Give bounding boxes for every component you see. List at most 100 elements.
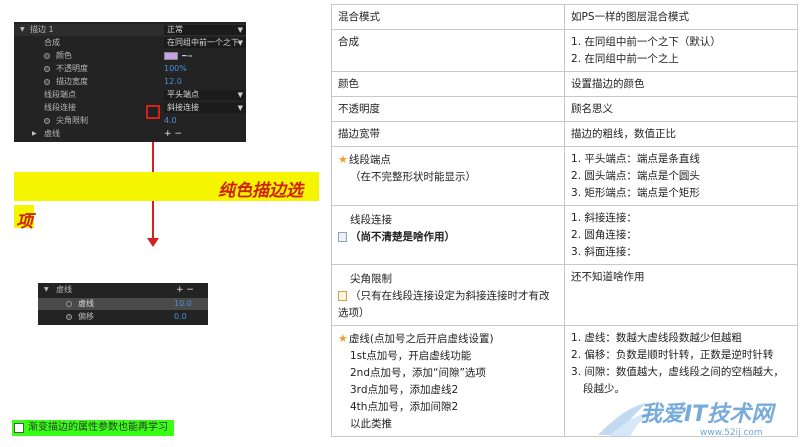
stopwatch-icon[interactable]: [66, 314, 72, 320]
offset-value[interactable]: 0.0: [174, 311, 187, 323]
dashes-panel: ▼ 虚线 + − 虚线 10.0 偏移 0.0: [38, 283, 208, 325]
stroke-width-value[interactable]: 12.0: [164, 76, 182, 88]
prop-label: 虚线: [44, 129, 60, 138]
description-cell: 1. 在同组中前一个之下（默认） 2. 在同组中前一个之上: [564, 29, 798, 72]
list-item: 2. 偏移：负数是顺时针转，正数是逆时针转: [571, 349, 774, 361]
opacity-value[interactable]: 100%: [164, 63, 187, 75]
add-dash-button[interactable]: + −: [164, 128, 182, 140]
table-row: 不透明度 顾名思义: [330, 96, 798, 122]
line-cap-dropdown[interactable]: 平头端点 ▼: [164, 90, 246, 100]
prop-label: 线段端点: [44, 90, 76, 99]
property-note: （在不完整形状时能显示）: [350, 171, 476, 183]
prop-label: 合成: [44, 38, 60, 47]
stopwatch-icon[interactable]: [44, 66, 50, 72]
property-note: 1st点加号，开启虚线功能: [350, 350, 472, 362]
property-note: 以此类推: [350, 418, 392, 430]
chevron-down-icon: ▼: [237, 39, 243, 47]
stopwatch-icon[interactable]: [44, 118, 50, 124]
table-row: ★线段端点 （在不完整形状时能显示） 1. 平头端点：端点是条直线 2. 圆头端点…: [330, 146, 798, 206]
description-cell: 如PS一样的图层混合模式: [564, 4, 798, 30]
watermark-text: 我爱IT技术网: [640, 402, 774, 427]
list-item: 1. 斜接连接：: [571, 212, 637, 224]
property-cell: 描边宽带: [330, 121, 566, 147]
opacity-row: 不透明度 100%: [14, 63, 246, 75]
property-label: 虚线(点加号之后开启虚线设置): [348, 333, 494, 345]
description-cell: 还不知道啥作用: [564, 264, 798, 326]
stroke-width-row: 描边宽度 12.0: [14, 76, 246, 88]
property-label: 线段连接: [350, 214, 392, 226]
stroke-properties-panel: ▼ 描边 1 正常 ▼ 合成 在同组中前一个之下 ▼ 颜色 ━⊸ 不透明度 100%…: [14, 22, 246, 142]
highlight-box: [146, 105, 160, 119]
line-join-row: 线段连接 斜接连接 ▼: [14, 102, 246, 114]
eyedropper-icon[interactable]: ━⊸: [182, 50, 192, 62]
color-swatch[interactable]: [164, 52, 178, 60]
prop-label: 描边 1: [30, 25, 54, 34]
expand-triangle-icon[interactable]: ▶: [32, 128, 37, 140]
stroke-properties-table: 混合模式 如PS一样的图层混合模式 合成 1. 在同组中前一个之下（默认） 2. …: [330, 4, 798, 437]
dash-row[interactable]: 虚线 10.0: [38, 298, 208, 310]
property-cell: ★虚线(点加号之后开启虚线设置) 1st点加号，开启虚线功能 2nd点加号，添加…: [330, 325, 566, 437]
stopwatch-icon[interactable]: [66, 301, 72, 307]
note-text: 渐变描边的属性参数也能再学习: [28, 422, 168, 433]
property-label: 线段端点: [348, 154, 391, 166]
dash-value[interactable]: 10.0: [174, 298, 192, 310]
line-join-dropdown[interactable]: 斜接连接 ▼: [164, 103, 246, 113]
description-cell: 顾名思义: [564, 96, 798, 122]
list-item: 1. 在同组中前一个之下（默认）: [571, 36, 721, 48]
gradient-stroke-note: 渐变描边的属性参数也能再学习: [12, 420, 174, 436]
line-cap-row: 线段端点 平头端点 ▼: [14, 89, 246, 101]
stroke-1-row[interactable]: ▼ 描边 1 正常 ▼: [14, 24, 246, 36]
stopwatch-icon[interactable]: [44, 79, 50, 85]
list-item: 2. 圆角连接：: [571, 229, 637, 241]
property-cell: 不透明度: [330, 96, 566, 122]
composite-dropdown[interactable]: 在同组中前一个之下 ▼: [164, 38, 246, 48]
list-item: 1. 虚线：数越大虚线段数越少但越粗: [571, 332, 742, 344]
checkbox[interactable]: [14, 423, 24, 433]
note-icon: [338, 291, 347, 301]
prop-label: 尖角限制: [56, 116, 88, 125]
watermark-url: www.52ij.com: [700, 428, 763, 438]
collapse-triangle-icon[interactable]: ▼: [20, 24, 25, 36]
prop-label: 颜色: [56, 51, 72, 60]
property-note: 3rd点加号，添加虚线2: [350, 384, 459, 396]
prop-label: 偏移: [78, 312, 94, 321]
description-cell: 描边的粗线，数值正比: [564, 121, 798, 147]
property-note: 2nd点加号，添加“间隙”选项: [350, 367, 486, 379]
chevron-down-icon: ▼: [237, 26, 243, 34]
miter-limit-row: 尖角限制 4.0: [14, 115, 246, 127]
dashes-header-row: ▼ 虚线 + −: [38, 284, 208, 296]
description-cell: 1. 平头端点：端点是条直线 2. 圆头端点：端点是个圆头 3. 矩形端点：端点是个…: [564, 146, 798, 206]
prop-label: 描边宽度: [56, 77, 88, 86]
star-icon: ★: [338, 153, 348, 166]
list-item: 2. 圆头端点：端点是个圆头: [571, 170, 700, 182]
list-item: 1. 平头端点：端点是条直线: [571, 153, 700, 165]
arrow-head-icon: [147, 238, 159, 247]
property-cell: 混合模式: [330, 4, 566, 30]
property-note: （只有在线段连接设定为斜接连接时才有改选项）: [338, 290, 550, 319]
color-row: 颜色 ━⊸: [14, 50, 246, 62]
prop-label: 线段连接: [44, 103, 76, 112]
table-row: 描边宽带 描边的粗线，数值正比: [330, 121, 798, 147]
offset-row: 偏移 0.0: [38, 311, 208, 323]
solid-stroke-note-2: 项: [16, 212, 33, 232]
property-cell: 合成: [330, 29, 566, 72]
property-cell: 尖角限制 （只有在线段连接设定为斜接连接时才有改选项）: [330, 264, 566, 326]
note-icon: [338, 232, 347, 242]
prop-label: 不透明度: [56, 64, 88, 73]
table-row: 颜色 设置描边的颜色: [330, 71, 798, 97]
dashes-row: ▶ 虚线 + −: [14, 128, 246, 140]
description-cell: 1. 斜接连接： 2. 圆角连接： 3. 斜面连接：: [564, 205, 798, 265]
add-dash-button[interactable]: + −: [176, 284, 194, 296]
blend-mode-dropdown[interactable]: 正常 ▼: [164, 25, 246, 35]
list-item: 3. 间隙：数值越大，虚线段之间的空档越大，: [571, 366, 784, 378]
description-cell: 设置描边的颜色: [564, 71, 798, 97]
collapse-triangle-icon[interactable]: ▼: [44, 284, 49, 296]
miter-limit-value[interactable]: 4.0: [164, 115, 177, 127]
solid-stroke-note: 纯色描边选: [218, 181, 303, 201]
list-item: 3. 矩形端点：端点是个矩形: [571, 187, 700, 199]
star-icon: ★: [338, 332, 348, 345]
property-label: 尖角限制: [350, 273, 392, 285]
stopwatch-icon[interactable]: [44, 53, 50, 59]
property-note: （尚不清楚是啥作用）: [350, 231, 455, 243]
composite-row: 合成 在同组中前一个之下 ▼: [14, 37, 246, 49]
